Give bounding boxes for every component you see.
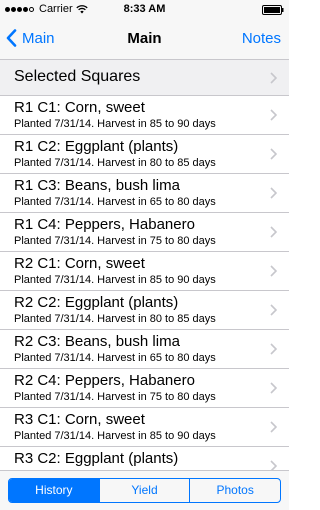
list-item[interactable]: R1 C4: Peppers, Habanero Planted 7/31/14… <box>0 213 289 252</box>
status-bar: Carrier 8:33 AM <box>0 0 289 20</box>
item-title: R3 C1: Corn, sweet <box>14 411 145 428</box>
list-item[interactable]: R2 C4: Peppers, Habanero Planted 7/31/14… <box>0 369 289 408</box>
item-title: R1 C3: Beans, bush lima <box>14 177 180 194</box>
chevron-right-icon <box>270 187 277 199</box>
notes-button[interactable]: Notes <box>242 30 281 47</box>
bottom-toolbar: History Yield Photos <box>0 470 289 510</box>
item-subtitle: Planted 7/31/14. Harvest in 65 to 80 day… <box>14 352 216 364</box>
item-subtitle: Planted 7/31/14. Harvest in 75 to 80 day… <box>14 235 216 247</box>
list-item[interactable]: R1 C2: Eggplant (plants) Planted 7/31/14… <box>0 135 289 174</box>
list-item[interactable]: R1 C3: Beans, bush lima Planted 7/31/14.… <box>0 174 289 213</box>
item-subtitle: Planted 7/31/14. Harvest in 85 to 90 day… <box>14 430 216 442</box>
item-subtitle: Planted 7/31/14. Harvest in 85 to 90 day… <box>14 118 216 130</box>
chevron-right-icon <box>270 265 277 277</box>
selected-squares-label: Selected Squares <box>14 68 141 85</box>
item-title: R1 C4: Peppers, Habanero <box>14 216 195 233</box>
item-title: R2 C1: Corn, sweet <box>14 255 145 272</box>
history-segment[interactable]: History <box>9 479 99 502</box>
chevron-right-icon <box>270 148 277 160</box>
view-segmented-control: History Yield Photos <box>8 478 281 503</box>
chevron-right-icon <box>270 226 277 238</box>
item-subtitle: Planted 7/31/14. Harvest in 75 to 80 day… <box>14 391 216 403</box>
item-subtitle: Planted 7/31/14. Harvest in 85 to 90 day… <box>14 274 216 286</box>
list-item[interactable]: R1 C1: Corn, sweet Planted 7/31/14. Harv… <box>0 96 289 135</box>
battery-icon <box>262 5 284 15</box>
item-subtitle: Planted 7/31/14. Harvest in 65 to 80 day… <box>14 196 216 208</box>
chevron-right-icon <box>270 421 277 433</box>
photos-segment[interactable]: Photos <box>189 479 280 502</box>
list-item[interactable]: R2 C2: Eggplant (plants) Planted 7/31/14… <box>0 291 289 330</box>
yield-segment[interactable]: Yield <box>98 479 190 502</box>
chevron-right-icon <box>270 343 277 355</box>
list-item[interactable]: R2 C1: Corn, sweet Planted 7/31/14. Harv… <box>0 252 289 291</box>
item-title: R1 C1: Corn, sweet <box>14 99 145 116</box>
chevron-right-icon <box>270 382 277 394</box>
item-title: R2 C3: Beans, bush lima <box>14 333 180 350</box>
item-subtitle: Planted 7/31/14. Harvest in 80 to 85 day… <box>14 157 216 169</box>
navigation-bar: Main Main Notes <box>0 20 289 60</box>
item-title: R3 C2: Eggplant (plants) <box>14 450 179 467</box>
list-item[interactable]: R2 C3: Beans, bush lima Planted 7/31/14.… <box>0 330 289 369</box>
list-item[interactable]: R3 C1: Corn, sweet Planted 7/31/14. Harv… <box>0 408 289 447</box>
selected-squares-row[interactable]: Selected Squares <box>0 60 289 96</box>
item-subtitle: Planted 7/31/14. Harvest in 80 to 85 day… <box>14 313 216 325</box>
item-title: R2 C2: Eggplant (plants) <box>14 294 179 311</box>
chevron-right-icon <box>270 304 277 316</box>
item-title: R1 C2: Eggplant (plants) <box>14 138 179 155</box>
chevron-right-icon <box>270 72 277 84</box>
planting-list: R1 C1: Corn, sweet Planted 7/31/14. Harv… <box>0 96 289 477</box>
chevron-right-icon <box>270 109 277 121</box>
item-title: R2 C4: Peppers, Habanero <box>14 372 195 389</box>
status-time: 8:33 AM <box>123 3 166 15</box>
